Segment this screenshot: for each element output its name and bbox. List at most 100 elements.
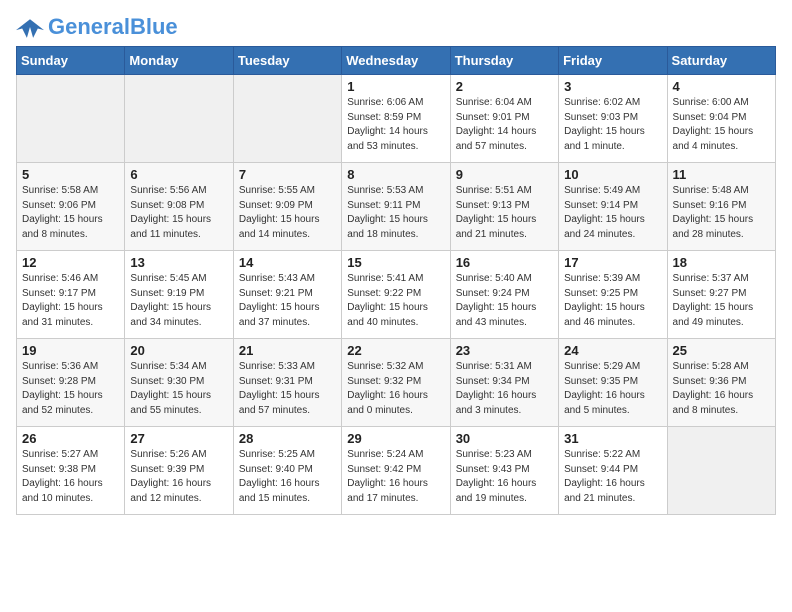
- day-info: Sunrise: 5:31 AM Sunset: 9:34 PM Dayligh…: [456, 360, 553, 418]
- day-info: Sunrise: 5:41 AM Sunset: 9:22 PM Dayligh…: [347, 272, 444, 330]
- day-number: 31: [564, 431, 661, 446]
- calendar-cell: 29Sunrise: 5:24 AM Sunset: 9:42 PM Dayli…: [342, 427, 450, 515]
- day-info: Sunrise: 5:53 AM Sunset: 9:11 PM Dayligh…: [347, 184, 444, 242]
- day-info: Sunrise: 5:25 AM Sunset: 9:40 PM Dayligh…: [239, 448, 336, 506]
- calendar-cell: 15 Sunrise: 5:41 AM Sunset: 9:22 PM Dayli…: [342, 251, 450, 339]
- day-number: 27: [130, 431, 227, 446]
- calendar-cell: 2 Sunrise: 6:04 AM Sunset: 9:01 PM Daylig…: [450, 75, 558, 163]
- day-info: Sunrise: 5:34 AM Sunset: 9:30 PM Dayligh…: [130, 360, 227, 418]
- day-info: Sunrise: 6:00 AM Sunset: 9:04 PM Dayligh…: [673, 96, 770, 154]
- day-info: Sunrise: 5:37 AM Sunset: 9:27 PM Dayligh…: [673, 272, 770, 330]
- day-number: 11: [673, 167, 770, 182]
- day-number: 14: [239, 255, 336, 270]
- calendar-cell: 3 Sunrise: 6:02 AM Sunset: 9:03 PM Daylig…: [559, 75, 667, 163]
- calendar-table: SundayMondayTuesdayWednesdayThursdayFrid…: [16, 46, 776, 515]
- weekday-header-monday: Monday: [125, 47, 233, 75]
- week-row-5: 26 Sunrise: 5:27 AM Sunset: 9:38 PM Dayli…: [17, 427, 776, 515]
- calendar-cell: 21 Sunrise: 5:33 AM Sunset: 9:31 PM Dayli…: [233, 339, 341, 427]
- calendar-cell: 12 Sunrise: 5:46 AM Sunset: 9:17 PM Dayli…: [17, 251, 125, 339]
- day-number: 26: [22, 431, 119, 446]
- day-number: 15: [347, 255, 444, 270]
- day-info: Sunrise: 5:36 AM Sunset: 9:28 PM Dayligh…: [22, 360, 119, 418]
- day-info: Sunrise: 5:55 AM Sunset: 9:09 PM Dayligh…: [239, 184, 336, 242]
- calendar-cell: 22 Sunrise: 5:32 AM Sunset: 9:32 PM Dayli…: [342, 339, 450, 427]
- weekday-header-sunday: Sunday: [17, 47, 125, 75]
- day-number: 22: [347, 343, 444, 358]
- day-info: Sunrise: 6:02 AM Sunset: 9:03 PM Dayligh…: [564, 96, 661, 154]
- calendar-cell: 17Sunrise: 5:39 AM Sunset: 9:25 PM Dayli…: [559, 251, 667, 339]
- day-number: 3: [564, 79, 661, 94]
- calendar-cell: 28 Sunrise: 5:25 AM Sunset: 9:40 PM Dayli…: [233, 427, 341, 515]
- day-number: 1: [347, 79, 444, 94]
- calendar-cell: 14 Sunrise: 5:43 AM Sunset: 9:21 PM Dayli…: [233, 251, 341, 339]
- day-info: Sunrise: 6:04 AM Sunset: 9:01 PM Dayligh…: [456, 96, 553, 154]
- day-info: Sunrise: 5:22 AM Sunset: 9:44 PM Dayligh…: [564, 448, 661, 506]
- day-number: 24: [564, 343, 661, 358]
- day-number: 25: [673, 343, 770, 358]
- day-number: 4: [673, 79, 770, 94]
- day-info: Sunrise: 5:27 AM Sunset: 9:38 PM Dayligh…: [22, 448, 119, 506]
- day-info: Sunrise: 5:45 AM Sunset: 9:19 PM Dayligh…: [130, 272, 227, 330]
- day-number: 6: [130, 167, 227, 182]
- calendar-cell: 9Sunrise: 5:51 AM Sunset: 9:13 PM Daylig…: [450, 163, 558, 251]
- day-info: Sunrise: 5:29 AM Sunset: 9:35 PM Dayligh…: [564, 360, 661, 418]
- weekday-header-tuesday: Tuesday: [233, 47, 341, 75]
- day-info: Sunrise: 5:28 AM Sunset: 9:36 PM Dayligh…: [673, 360, 770, 418]
- week-row-3: 12 Sunrise: 5:46 AM Sunset: 9:17 PM Dayli…: [17, 251, 776, 339]
- calendar-cell: [233, 75, 341, 163]
- calendar-cell: 24 Sunrise: 5:29 AM Sunset: 9:35 PM Dayli…: [559, 339, 667, 427]
- day-number: 20: [130, 343, 227, 358]
- week-row-1: 1 Sunrise: 6:06 AM Sunset: 8:59 PM Daylig…: [17, 75, 776, 163]
- day-number: 12: [22, 255, 119, 270]
- day-number: 30: [456, 431, 553, 446]
- day-info: Sunrise: 6:06 AM Sunset: 8:59 PM Dayligh…: [347, 96, 444, 154]
- day-number: 16: [456, 255, 553, 270]
- day-info: Sunrise: 5:40 AM Sunset: 9:24 PM Dayligh…: [456, 272, 553, 330]
- weekday-header-saturday: Saturday: [667, 47, 775, 75]
- day-number: 29: [347, 431, 444, 446]
- day-info: Sunrise: 5:39 AM Sunset: 9:25 PM Dayligh…: [564, 272, 661, 330]
- weekday-header-wednesday: Wednesday: [342, 47, 450, 75]
- calendar-cell: 31 Sunrise: 5:22 AM Sunset: 9:44 PM Dayli…: [559, 427, 667, 515]
- day-number: 2: [456, 79, 553, 94]
- calendar-cell: 4 Sunrise: 6:00 AM Sunset: 9:04 PM Daylig…: [667, 75, 775, 163]
- day-number: 23: [456, 343, 553, 358]
- day-info: Sunrise: 5:33 AM Sunset: 9:31 PM Dayligh…: [239, 360, 336, 418]
- logo: GeneralBlue: [16, 16, 178, 38]
- calendar-cell: [125, 75, 233, 163]
- calendar-cell: 27 Sunrise: 5:26 AM Sunset: 9:39 PM Dayli…: [125, 427, 233, 515]
- day-info: Sunrise: 5:43 AM Sunset: 9:21 PM Dayligh…: [239, 272, 336, 330]
- calendar-cell: 26 Sunrise: 5:27 AM Sunset: 9:38 PM Dayli…: [17, 427, 125, 515]
- day-number: 9: [456, 167, 553, 182]
- page-header: GeneralBlue: [16, 16, 776, 38]
- logo-icon: [16, 16, 44, 38]
- day-info: Sunrise: 5:58 AM Sunset: 9:06 PM Dayligh…: [22, 184, 119, 242]
- day-number: 21: [239, 343, 336, 358]
- calendar-cell: 13 Sunrise: 5:45 AM Sunset: 9:19 PM Dayli…: [125, 251, 233, 339]
- weekday-header-friday: Friday: [559, 47, 667, 75]
- day-info: Sunrise: 5:49 AM Sunset: 9:14 PM Dayligh…: [564, 184, 661, 242]
- calendar-cell: 8Sunrise: 5:53 AM Sunset: 9:11 PM Daylig…: [342, 163, 450, 251]
- calendar-cell: 18 Sunrise: 5:37 AM Sunset: 9:27 PM Dayli…: [667, 251, 775, 339]
- calendar-cell: [667, 427, 775, 515]
- calendar-cell: [17, 75, 125, 163]
- day-number: 18: [673, 255, 770, 270]
- weekday-header-row: SundayMondayTuesdayWednesdayThursdayFrid…: [17, 47, 776, 75]
- day-number: 13: [130, 255, 227, 270]
- calendar-cell: 11Sunrise: 5:48 AM Sunset: 9:16 PM Dayli…: [667, 163, 775, 251]
- day-number: 5: [22, 167, 119, 182]
- day-number: 28: [239, 431, 336, 446]
- day-number: 7: [239, 167, 336, 182]
- week-row-2: 5 Sunrise: 5:58 AM Sunset: 9:06 PM Daylig…: [17, 163, 776, 251]
- calendar-cell: 6Sunrise: 5:56 AM Sunset: 9:08 PM Daylig…: [125, 163, 233, 251]
- calendar-cell: 25 Sunrise: 5:28 AM Sunset: 9:36 PM Dayli…: [667, 339, 775, 427]
- day-info: Sunrise: 5:46 AM Sunset: 9:17 PM Dayligh…: [22, 272, 119, 330]
- day-info: Sunrise: 5:26 AM Sunset: 9:39 PM Dayligh…: [130, 448, 227, 506]
- day-info: Sunrise: 5:32 AM Sunset: 9:32 PM Dayligh…: [347, 360, 444, 418]
- day-number: 19: [22, 343, 119, 358]
- weekday-header-thursday: Thursday: [450, 47, 558, 75]
- calendar-cell: 1 Sunrise: 6:06 AM Sunset: 8:59 PM Daylig…: [342, 75, 450, 163]
- calendar-cell: 7 Sunrise: 5:55 AM Sunset: 9:09 PM Daylig…: [233, 163, 341, 251]
- logo-text: GeneralBlue: [48, 16, 178, 38]
- calendar-cell: 10Sunrise: 5:49 AM Sunset: 9:14 PM Dayli…: [559, 163, 667, 251]
